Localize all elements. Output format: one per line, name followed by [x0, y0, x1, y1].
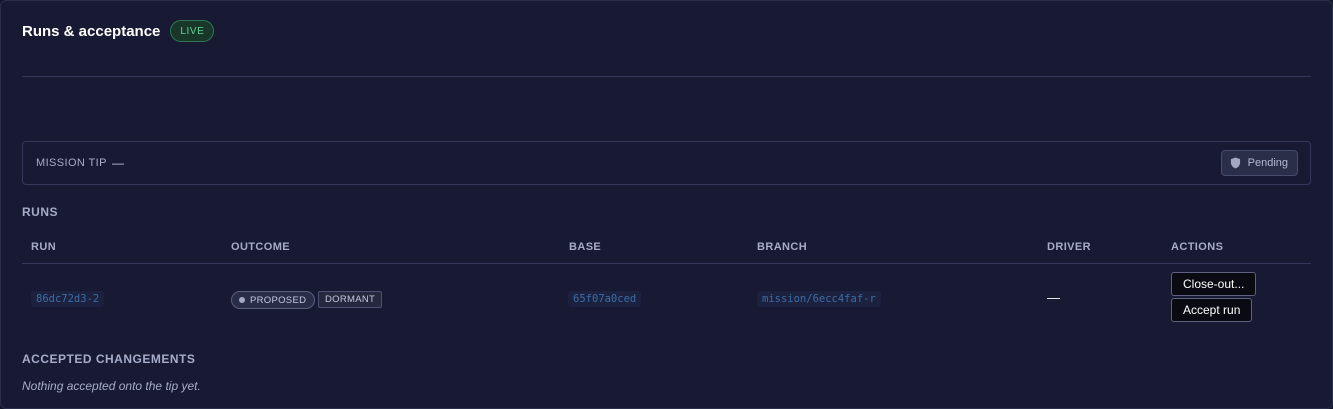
outcome-badge: PROPOSED — [231, 291, 316, 309]
column-header-driver: DRIVER — [1047, 241, 1091, 253]
column-header-outcome: OUTCOME — [231, 241, 291, 253]
column-header-base: BASE — [569, 241, 602, 253]
mission-tip-value: — — [112, 156, 124, 170]
pending-button-label: Pending — [1247, 157, 1288, 169]
shield-icon — [1230, 157, 1240, 169]
close-out-button[interactable]: Close-out... — [1171, 272, 1257, 296]
branch-name: mission/6ecc4faf-r — [757, 291, 881, 307]
column-header-branch: BRANCH — [757, 241, 808, 253]
header-divider — [22, 76, 1311, 77]
driver-value: — — [1047, 290, 1060, 305]
base-commit: 65f07a0ced — [568, 291, 642, 307]
panel-header: Runs & acceptance LIVE — [22, 20, 215, 42]
status-dot-icon — [239, 297, 245, 303]
accepted-section-title: ACCEPTED CHANGEMENTS — [22, 352, 196, 366]
accept-run-button[interactable]: Accept run — [1171, 298, 1253, 322]
panel-title: Runs & acceptance — [22, 22, 161, 40]
outcome-label: PROPOSED — [250, 294, 307, 306]
column-header-run: RUN — [31, 241, 57, 253]
mission-tip-label: MISSION TIP — [36, 157, 107, 169]
mission-tip-box: MISSION TIP — Pending — [22, 141, 1311, 185]
table-header-divider — [22, 263, 1311, 264]
runs-section-title: RUNS — [22, 205, 59, 219]
runs-acceptance-panel: Runs & acceptance LIVE MISSION TIP — Pen… — [0, 0, 1333, 409]
run-id-link[interactable]: 86dc72d3-2 — [31, 291, 105, 307]
column-header-actions: ACTIONS — [1171, 241, 1224, 253]
pending-button[interactable]: Pending — [1220, 150, 1298, 176]
live-status-badge: LIVE — [170, 20, 215, 42]
accepted-empty-note: Nothing accepted onto the tip yet. — [22, 379, 201, 393]
dormant-tag: DORMANT — [318, 291, 383, 308]
